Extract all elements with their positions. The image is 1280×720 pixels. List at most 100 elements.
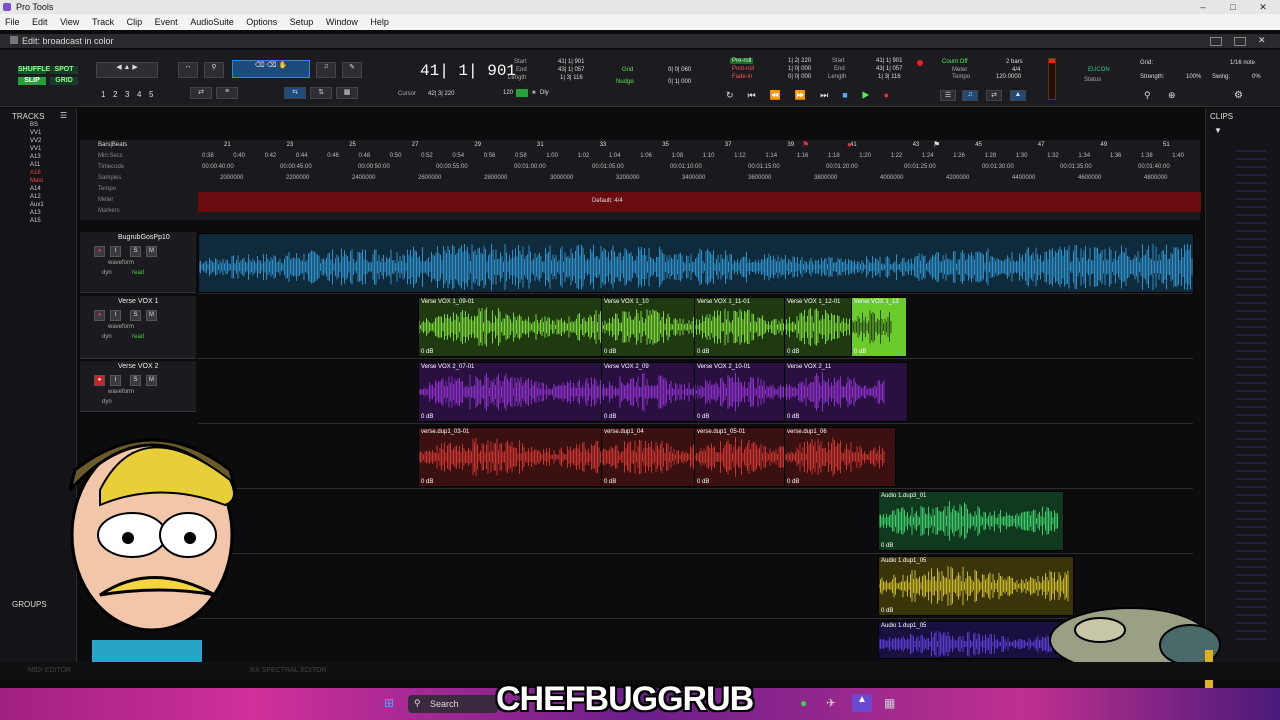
menu-file[interactable]: File <box>0 14 25 27</box>
solo-button[interactable]: S <box>130 246 141 257</box>
end-value[interactable]: 43| 1| 057 <box>558 67 584 73</box>
preroll-value[interactable]: 1| 2| 220 <box>788 58 811 64</box>
scrub-icon[interactable]: ♫ <box>316 62 336 78</box>
transport-end-value[interactable]: 43| 1| 057 <box>876 66 902 72</box>
track-list-item[interactable]: BS <box>30 122 38 128</box>
online-icon[interactable]: ↻ <box>726 90 748 100</box>
automation-mode[interactable]: read <box>132 334 144 340</box>
grid-right-value[interactable]: 1/16 note <box>1230 60 1255 66</box>
mute-button[interactable]: M <box>146 246 157 257</box>
pencil-icon[interactable]: ✎ <box>342 62 362 78</box>
menu-setup[interactable]: Setup <box>285 14 319 27</box>
link-timeline-icon[interactable]: ⇆ <box>284 87 306 99</box>
taskbar-app-icon[interactable]: ● <box>800 696 807 710</box>
stop-icon[interactable]: ■ <box>842 90 861 100</box>
zoom-preset-3[interactable]: 3 <box>125 90 129 99</box>
track-list-item[interactable]: VV1 <box>30 146 41 152</box>
conductor-icon[interactable]: ♫ <box>962 90 978 101</box>
main-counter[interactable]: 41| 1| 901 <box>420 62 516 80</box>
track-list-item[interactable]: VV1 <box>30 130 41 136</box>
edit-close-icon[interactable]: ✕ <box>1258 35 1266 46</box>
tab-to-transient-icon[interactable]: ≡ <box>216 87 238 99</box>
edit-maximize-icon[interactable] <box>1234 37 1246 46</box>
return-to-zero-icon[interactable]: ⏮ <box>748 90 770 100</box>
midi-merge-icon[interactable]: ☰ <box>940 90 956 101</box>
clip-verse-vox1[interactable]: Verse VOX 1_12-01 0 dB <box>784 297 852 357</box>
menu-view[interactable]: View <box>55 14 84 27</box>
taskbar-search-box[interactable]: ⚲ Search <box>408 695 498 713</box>
close-icon[interactable]: ✕ <box>1248 0 1278 14</box>
input-monitor-icon[interactable]: I <box>110 375 121 386</box>
menu-help[interactable]: Help <box>365 14 394 27</box>
edit-link-icon[interactable]: ⇄ <box>190 87 212 99</box>
track-list-item[interactable]: VV2 <box>30 138 41 144</box>
menu-edit[interactable]: Edit <box>27 14 53 27</box>
automation-selector[interactable]: dyn <box>102 399 112 405</box>
track-list-item[interactable]: Mast <box>30 178 43 184</box>
tempo-value[interactable]: 120.0000 <box>996 74 1021 80</box>
fadein-value[interactable]: 0| 0| 000 <box>788 74 811 80</box>
grid-value[interactable]: 0| 0| 060 <box>668 67 691 73</box>
tap-tempo-icon[interactable]: ⇄ <box>986 90 1002 101</box>
mute-button[interactable]: M <box>146 310 157 321</box>
track-list-item[interactable]: A11 <box>30 162 40 168</box>
fast-forward-icon[interactable]: ⏩ <box>795 90 820 100</box>
transport-start-value[interactable]: 41| 1| 901 <box>876 58 902 64</box>
insertion-follows-icon[interactable]: ⇅ <box>310 87 332 99</box>
selection-start-marker-icon[interactable]: ⚑ <box>802 140 809 149</box>
windows-start-icon[interactable]: ⊞ <box>384 696 394 710</box>
taskbar-app-icon[interactable]: ✈ <box>826 696 836 710</box>
meter-value[interactable]: 4/4 <box>1012 67 1020 73</box>
mute-button[interactable]: M <box>146 375 157 386</box>
clip-verse-dup[interactable]: verse.dup1_05-01 0 dB <box>694 427 785 487</box>
minimize-icon[interactable]: – <box>1188 0 1218 14</box>
taskbar-app-icon[interactable]: ▦ <box>884 696 895 710</box>
tracks-panel-menu-icon[interactable]: ☰ <box>60 111 67 120</box>
edit-minimize-icon[interactable] <box>1210 37 1222 46</box>
record-arm-icon[interactable]: ● <box>94 246 105 257</box>
clip-verse-vox1[interactable]: Verse VOX 1_11-01 0 dB <box>694 297 785 357</box>
zoom-icon[interactable]: ⊕ <box>1168 90 1176 101</box>
menu-audiosuite[interactable]: AudioSuite <box>185 14 239 27</box>
trim-selector-grabber-tools[interactable]: ⌫ ⌫ ✋ <box>232 60 310 78</box>
magnify-icon[interactable]: ⚲ <box>204 62 224 78</box>
swing-value[interactable]: 0% <box>1252 74 1261 80</box>
zoomer-tool-icon[interactable]: ↔ <box>178 62 198 78</box>
midi-editor-tab[interactable]: MIDI EDITOR <box>28 667 71 674</box>
rx-spectral-editor-tab[interactable]: RX SPECTRAL EDITOR <box>250 667 327 674</box>
solo-button[interactable]: S <box>130 375 141 386</box>
track-list-item[interactable]: A14 <box>30 186 41 192</box>
input-monitor-icon[interactable]: I <box>110 246 121 257</box>
strength-value[interactable]: 100% <box>1186 74 1201 80</box>
track-list-item[interactable]: A15 <box>30 218 41 224</box>
input-monitor-icon[interactable]: I <box>110 310 121 321</box>
track-view-selector[interactable]: waveform <box>108 260 134 266</box>
nudge-value[interactable]: 0| 1| 000 <box>668 79 691 85</box>
selection-end-marker-icon[interactable]: ⚑ <box>933 140 940 149</box>
clip-verse-dup[interactable]: verse.dup1_03-01 0 dB <box>418 427 602 487</box>
zoom-preset-2[interactable]: 2 <box>113 90 117 99</box>
menu-clip[interactable]: Clip <box>122 14 148 27</box>
fadein-button[interactable]: Fade-in <box>732 74 752 80</box>
track-list-item[interactable]: A13 <box>30 154 41 160</box>
clip-verse-vox1-selected[interactable]: Verse VOX 1_13 0 dB <box>851 297 907 357</box>
menu-options[interactable]: Options <box>241 14 282 27</box>
zoom-preset-4[interactable]: 4 <box>137 90 141 99</box>
clip-verse-dup[interactable]: verse.dup1_06 0 dB <box>784 427 896 487</box>
clip-verse-vox2[interactable]: Verse VOX 2_09 0 dB <box>601 362 695 422</box>
track-list-item[interactable]: Aux1 <box>30 202 44 208</box>
record-arm-icon[interactable]: ● <box>94 310 105 321</box>
zoom-preset-1[interactable]: 1 <box>101 90 105 99</box>
track-list-item[interactable]: A16 <box>30 170 41 176</box>
maximize-icon[interactable]: □ <box>1218 0 1248 14</box>
playhead-marker-icon[interactable]: ● <box>847 140 852 149</box>
clip-verse-vox1[interactable]: Verse VOX 1_09-01 0 dB <box>418 297 602 357</box>
clip-audio-dup3[interactable]: Audio 1.dup3_01 0 dB <box>878 491 1064 551</box>
meter-ruler-bar[interactable]: Default: 4/4 <box>198 192 1201 212</box>
length-value[interactable]: 1| 3| 116 <box>560 75 583 81</box>
clip-verse-dup[interactable]: verse.dup1_04 0 dB <box>601 427 695 487</box>
track-list-item[interactable]: A13 <box>30 210 41 216</box>
menu-track[interactable]: Track <box>87 14 119 27</box>
postroll-value[interactable]: 1| 0| 000 <box>788 66 811 72</box>
zoom-preset-5[interactable]: 5 <box>149 90 153 99</box>
